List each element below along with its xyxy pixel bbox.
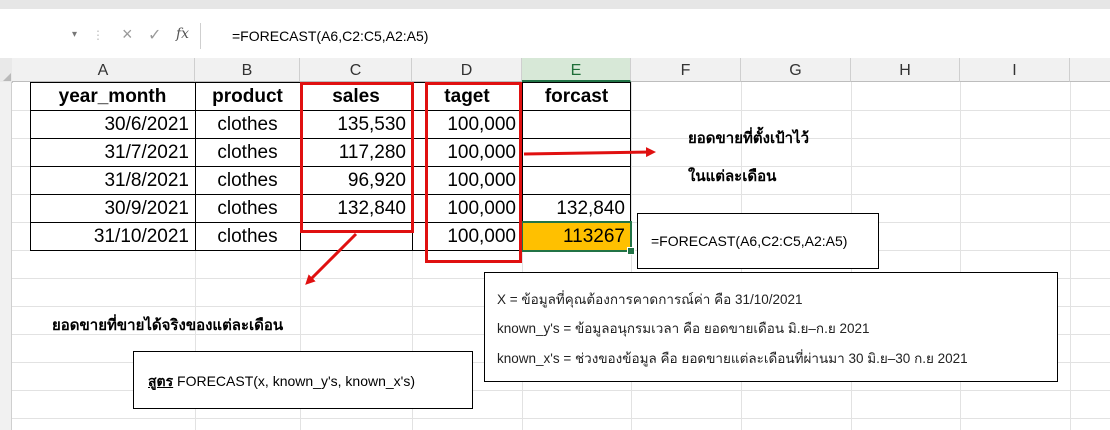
header-product[interactable]: product bbox=[195, 83, 300, 111]
cell-b3[interactable]: clothes bbox=[195, 139, 300, 167]
column-header-a[interactable]: A bbox=[12, 58, 195, 82]
cell-a6[interactable]: 31/10/2021 bbox=[30, 223, 195, 251]
syntax-line: สูตร FORECAST(x, known_y's, known_x's) bbox=[148, 371, 415, 393]
row-headers[interactable] bbox=[0, 82, 12, 430]
header-forecast[interactable]: forcast bbox=[522, 83, 631, 111]
cell-a3[interactable]: 31/7/2021 bbox=[30, 139, 195, 167]
header-year-month[interactable]: year_month bbox=[30, 83, 195, 111]
target-note-line1: ยอดขายที่ตั้งเป้าไว้ bbox=[688, 130, 809, 147]
formula-callout-text: =FORECAST(A6,C2:C5,A2:A5) bbox=[651, 233, 848, 249]
active-cell-border bbox=[521, 221, 632, 252]
formula-input[interactable]: =FORECAST(A6,C2:C5,A2:A5) bbox=[232, 28, 428, 44]
cell-b6[interactable]: clothes bbox=[195, 223, 300, 251]
syntax-label: สูตร bbox=[148, 373, 174, 389]
explain-x: X = ข้อมูลที่คุณต้องการคาดการณ์ค่า คือ 3… bbox=[497, 292, 803, 307]
column-header-g[interactable]: G bbox=[741, 58, 851, 82]
cell-a5[interactable]: 30/9/2021 bbox=[30, 195, 195, 223]
name-box-dropdown-icon[interactable]: ▾ bbox=[72, 29, 77, 40]
formula-bar-divider bbox=[200, 23, 201, 49]
column-header-c[interactable]: C bbox=[300, 58, 412, 82]
cell-a2[interactable]: 30/6/2021 bbox=[30, 111, 195, 139]
target-highlight-box bbox=[425, 82, 522, 263]
column-header-j[interactable] bbox=[1070, 58, 1110, 82]
explanation-callout: X = ข้อมูลที่คุณต้องการคาดการณ์ค่า คือ 3… bbox=[484, 272, 1058, 382]
formula-bar: ▾ ⋮ × ✓ fx =FORECAST(A6,C2:C5,A2:A5) bbox=[0, 9, 1110, 49]
cell-b5[interactable]: clothes bbox=[195, 195, 300, 223]
fill-handle[interactable] bbox=[627, 247, 635, 255]
cell-b4[interactable]: clothes bbox=[195, 167, 300, 195]
cell-b2[interactable]: clothes bbox=[195, 111, 300, 139]
column-header-e[interactable]: E bbox=[522, 58, 631, 82]
syntax-callout: สูตร FORECAST(x, known_y's, known_x's) bbox=[133, 351, 473, 409]
sales-highlight-box bbox=[300, 82, 414, 233]
column-header-h[interactable]: H bbox=[851, 58, 960, 82]
column-header-b[interactable]: B bbox=[195, 58, 300, 82]
actual-sales-note: ยอดขายที่ขายได้จริงของแต่ละเดือน bbox=[52, 317, 284, 334]
spreadsheet-grid[interactable]: A B C D E F G H I year_month product sal… bbox=[0, 58, 1110, 430]
cell-e5[interactable]: 132,840 bbox=[522, 195, 631, 223]
column-header-i[interactable]: I bbox=[960, 58, 1070, 82]
formula-bar-splitter[interactable]: ⋮ bbox=[92, 28, 105, 42]
window-top-strip bbox=[0, 0, 1110, 9]
column-header-f[interactable]: F bbox=[631, 58, 741, 82]
formula-callout: =FORECAST(A6,C2:C5,A2:A5) bbox=[637, 213, 879, 269]
syntax-text: FORECAST(x, known_y's, known_x's) bbox=[177, 373, 416, 389]
cancel-icon[interactable]: × bbox=[122, 24, 133, 45]
cell-e4[interactable] bbox=[522, 167, 631, 195]
cell-e3[interactable] bbox=[522, 139, 631, 167]
column-header-d[interactable]: D bbox=[412, 58, 522, 82]
cell-e2[interactable] bbox=[522, 111, 631, 139]
explain-known-y: known_y's = ข้อมูลอนุกรมเวลา คือ ยอดขายเ… bbox=[497, 321, 870, 336]
insert-function-icon[interactable]: fx bbox=[176, 26, 189, 42]
explain-known-x: known_x's = ช่วงของข้อมูล คือ ยอดขายแต่ล… bbox=[497, 351, 968, 366]
target-note-line2: ในแต่ละเดือน bbox=[688, 168, 777, 185]
cell-a4[interactable]: 31/8/2021 bbox=[30, 167, 195, 195]
enter-icon[interactable]: ✓ bbox=[148, 25, 161, 45]
